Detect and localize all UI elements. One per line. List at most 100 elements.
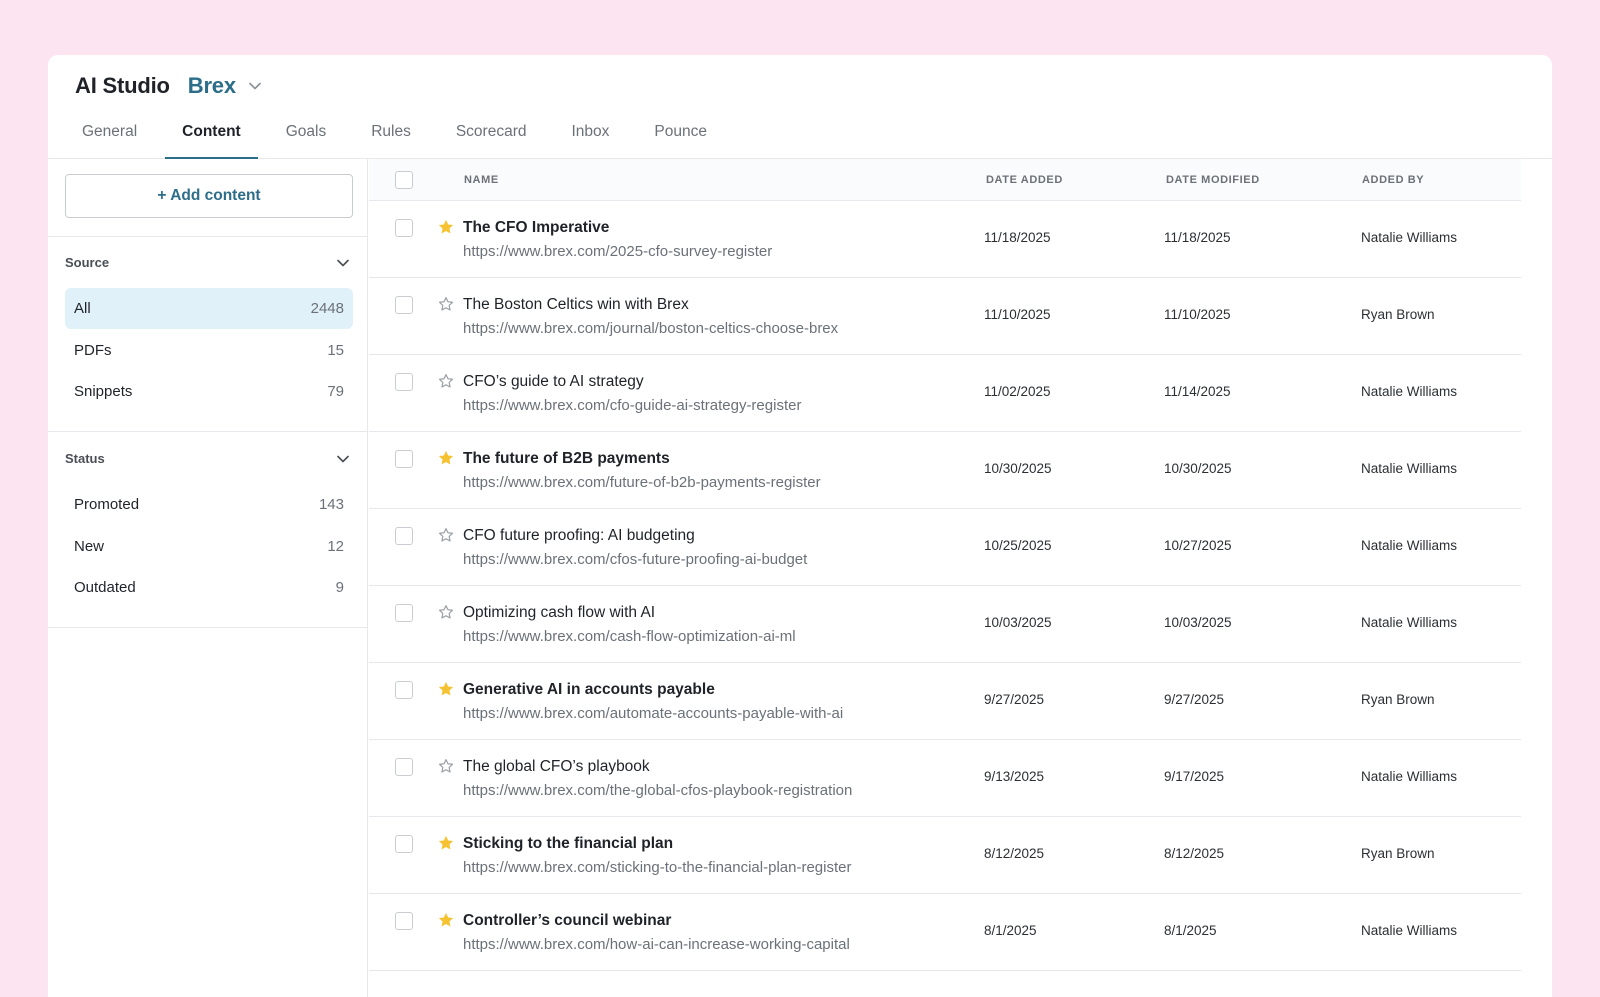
content-url[interactable]: https://www.brex.com/sticking-to-the-fin… <box>463 859 851 876</box>
row-checkbox[interactable] <box>395 681 413 699</box>
content-url[interactable]: https://www.brex.com/cfo-guide-ai-strate… <box>463 397 801 414</box>
table-header: NAME DATE ADDED DATE MODIFIED ADDED BY <box>369 159 1521 201</box>
filter-outdated[interactable]: Outdated 9 <box>65 567 353 608</box>
table-row[interactable]: Generative AI in accounts payable https:/… <box>369 663 1521 740</box>
added-by: Natalie Williams <box>1361 923 1458 938</box>
tab-content[interactable]: Content <box>165 113 258 159</box>
tab-bar: General Content Goals Rules Scorecard Inbox Po… <box>65 113 735 159</box>
table-row[interactable]: Optimizing cash flow with AI https://www.… <box>369 586 1521 663</box>
added-by: Natalie Williams <box>1361 384 1458 399</box>
date-modified: 10/27/2025 <box>1164 538 1232 553</box>
filter-pdfs[interactable]: PDFs 15 <box>65 330 353 371</box>
table-row[interactable]: CFO’s guide to AI strategy https://www.br… <box>369 355 1521 432</box>
row-checkbox[interactable] <box>395 912 413 930</box>
filter-count: 79 <box>327 383 344 400</box>
content-title[interactable]: CFO future proofing: AI budgeting <box>463 527 695 545</box>
app-title: AI Studio <box>75 73 170 98</box>
row-checkbox[interactable] <box>395 758 413 776</box>
content-url[interactable]: https://www.brex.com/automate-accounts-p… <box>463 705 843 722</box>
content-title[interactable]: The future of B2B payments <box>463 450 670 468</box>
filter-label: New <box>74 537 105 555</box>
filter-promoted[interactable]: Promoted 143 <box>65 484 353 525</box>
date-modified: 9/27/2025 <box>1164 692 1225 707</box>
row-checkbox[interactable] <box>395 835 413 853</box>
date-added: 11/10/2025 <box>984 307 1051 322</box>
content-url[interactable]: https://www.brex.com/future-of-b2b-payme… <box>463 474 821 491</box>
star-icon[interactable] <box>437 372 455 390</box>
content-url[interactable]: https://www.brex.com/how-ai-can-increase… <box>463 936 850 953</box>
source-section-header[interactable]: Source <box>65 255 349 270</box>
row-checkbox[interactable] <box>395 373 413 391</box>
date-modified: 11/10/2025 <box>1164 307 1231 322</box>
star-icon[interactable] <box>437 449 455 467</box>
row-checkbox[interactable] <box>395 219 413 237</box>
filter-new[interactable]: New 12 <box>65 526 353 567</box>
chevron-down-icon[interactable] <box>248 79 262 93</box>
add-content-button[interactable]: + Add content <box>65 174 353 218</box>
table-row[interactable]: CFO future proofing: AI budgeting https:/… <box>369 509 1521 586</box>
filter-snippets[interactable]: Snippets 79 <box>65 371 353 412</box>
table-row[interactable]: Sticking to the financial plan https://ww… <box>369 817 1521 894</box>
content-title[interactable]: The CFO Imperative <box>463 219 609 237</box>
divider <box>48 627 368 628</box>
star-icon[interactable] <box>437 526 455 544</box>
filter-label: Promoted <box>74 496 140 513</box>
row-checkbox[interactable] <box>395 296 413 314</box>
content-url[interactable]: https://www.brex.com/the-global-cfos-pla… <box>463 782 852 799</box>
chevron-down-icon <box>337 259 349 266</box>
star-icon[interactable] <box>437 757 455 775</box>
star-icon[interactable] <box>437 834 455 852</box>
content-title[interactable]: The global CFO’s playbook <box>463 758 650 776</box>
star-icon[interactable] <box>437 295 455 313</box>
divider <box>48 236 368 237</box>
tab-inbox[interactable]: Inbox <box>555 113 627 159</box>
status-section-header[interactable]: Status <box>65 451 349 466</box>
content-title[interactable]: Sticking to the financial plan <box>463 835 673 853</box>
table-row[interactable]: The CFO Imperative https://www.brex.com/2… <box>369 201 1521 278</box>
filter-count: 2448 <box>310 300 344 317</box>
date-modified: 8/1/2025 <box>1164 923 1217 938</box>
table-row[interactable]: The future of B2B payments https://www.br… <box>369 432 1521 509</box>
content-url[interactable]: https://www.brex.com/2025-cfo-survey-reg… <box>463 243 772 260</box>
table-body: The CFO Imperative https://www.brex.com/2… <box>369 201 1521 971</box>
row-checkbox[interactable] <box>395 604 413 622</box>
date-modified: 11/14/2025 <box>1164 384 1231 399</box>
added-by: Ryan Brown <box>1361 307 1435 322</box>
content-url[interactable]: https://www.brex.com/cash-flow-optimizat… <box>463 628 796 645</box>
filter-all[interactable]: All 2448 <box>65 288 353 329</box>
column-header-date-modified[interactable]: DATE MODIFIED <box>1166 174 1260 186</box>
content-title[interactable]: Controller’s council webinar <box>463 912 671 930</box>
star-icon[interactable] <box>437 218 455 236</box>
tab-rules[interactable]: Rules <box>354 113 428 159</box>
date-modified: 10/30/2025 <box>1164 461 1232 476</box>
star-icon[interactable] <box>437 603 455 621</box>
select-all-checkbox[interactable] <box>395 171 413 189</box>
main-card: AI Studio Brex General Content Goals Rules S… <box>48 55 1552 997</box>
tab-scorecard[interactable]: Scorecard <box>439 113 544 159</box>
content-url[interactable]: https://www.brex.com/journal/boston-celt… <box>463 320 838 337</box>
tab-goals[interactable]: Goals <box>269 113 344 159</box>
tab-pounce[interactable]: Pounce <box>637 113 724 159</box>
content-title[interactable]: Generative AI in accounts payable <box>463 681 715 699</box>
column-header-date-added[interactable]: DATE ADDED <box>986 174 1063 186</box>
content-url[interactable]: https://www.brex.com/cfos-future-proofin… <box>463 551 807 568</box>
table-row[interactable]: The global CFO’s playbook https://www.bre… <box>369 740 1521 817</box>
content-title[interactable]: CFO’s guide to AI strategy <box>463 373 644 391</box>
row-checkbox[interactable] <box>395 527 413 545</box>
star-icon[interactable] <box>437 911 455 929</box>
content-title[interactable]: Optimizing cash flow with AI <box>463 604 655 622</box>
row-checkbox[interactable] <box>395 450 413 468</box>
added-by: Ryan Brown <box>1361 692 1435 707</box>
content-title[interactable]: The Boston Celtics win with Brex <box>463 296 689 314</box>
date-added: 10/25/2025 <box>984 538 1052 553</box>
column-header-name[interactable]: NAME <box>464 174 499 186</box>
table-row[interactable]: Controller’s council webinar https://www.… <box>369 894 1521 971</box>
column-header-added-by[interactable]: ADDED BY <box>1362 174 1424 186</box>
date-modified: 10/03/2025 <box>1164 615 1232 630</box>
tab-general[interactable]: General <box>65 113 154 159</box>
workspace-name[interactable]: Brex <box>188 73 236 99</box>
filter-count: 15 <box>327 341 344 359</box>
table-row[interactable]: The Boston Celtics win with Brex https://… <box>369 278 1521 355</box>
star-icon[interactable] <box>437 680 455 698</box>
title-row: AI Studio Brex <box>75 73 262 99</box>
